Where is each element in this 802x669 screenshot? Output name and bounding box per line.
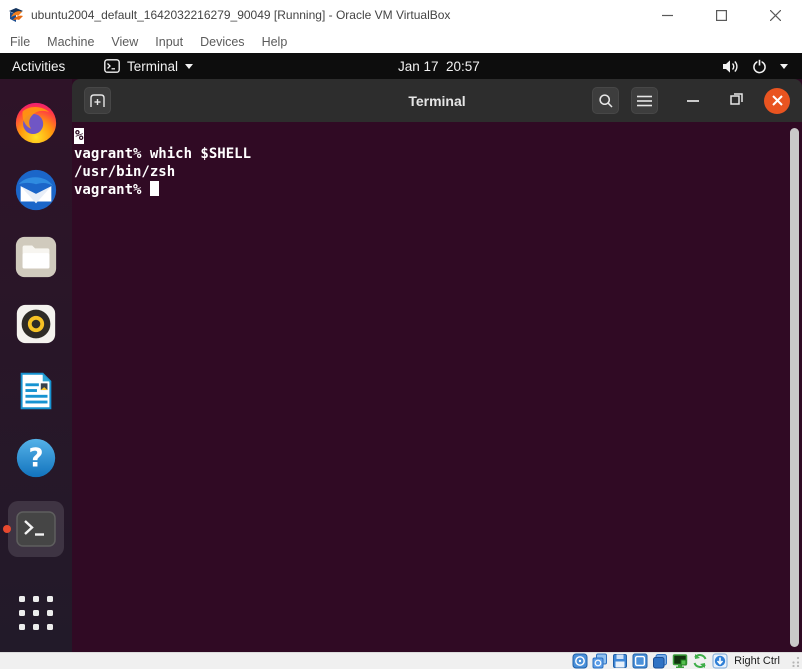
app-menu[interactable]: Terminal xyxy=(104,59,193,74)
minimize-icon[interactable] xyxy=(686,91,700,110)
rhythmbox-icon xyxy=(13,301,59,347)
close-icon[interactable] xyxy=(748,0,802,30)
shared-clipboard-icon[interactable] xyxy=(692,653,708,669)
terminal-header[interactable]: Terminal xyxy=(72,79,802,122)
clock[interactable]: Jan 17 20:57 xyxy=(398,59,480,74)
dock-item-rhythmbox[interactable] xyxy=(12,300,60,348)
terminal-window: Terminal xyxy=(72,79,802,652)
host-key-icon[interactable] xyxy=(712,653,728,669)
menu-help[interactable]: Help xyxy=(262,35,288,49)
network-icon[interactable] xyxy=(672,653,688,669)
vbox-statusbar: Right Ctrl xyxy=(0,652,802,669)
dock-item-terminal[interactable] xyxy=(8,501,64,557)
menu-devices[interactable]: Devices xyxy=(200,35,244,49)
terminal-icon xyxy=(104,59,120,73)
search-button[interactable] xyxy=(592,87,619,114)
host-key-label: Right Ctrl xyxy=(734,655,780,667)
running-indicator-dot xyxy=(3,525,11,533)
optical-drives-icon[interactable] xyxy=(592,653,608,669)
hamburger-menu-icon xyxy=(637,95,652,107)
terminal-line: /usr/bin/zsh xyxy=(74,163,802,181)
menu-machine[interactable]: Machine xyxy=(47,35,94,49)
terminal-scrollbar[interactable] xyxy=(790,128,799,647)
maximize-icon[interactable] xyxy=(694,0,748,30)
terminal-line: vagrant% which $SHELL xyxy=(74,145,802,163)
dock-item-files[interactable] xyxy=(12,233,60,281)
restore-icon[interactable] xyxy=(729,91,744,111)
files-icon xyxy=(13,234,59,280)
close-icon[interactable] xyxy=(764,88,790,114)
host-titlebar: ubuntu2004_default_1642032216279_90049 [… xyxy=(0,0,802,30)
app-grid-icon[interactable] xyxy=(19,596,53,630)
menu-input[interactable]: Input xyxy=(155,35,183,49)
menu-file[interactable]: File xyxy=(10,35,30,49)
dock-item-help[interactable]: ? xyxy=(12,434,60,482)
minimize-icon[interactable] xyxy=(640,0,694,30)
libreoffice-writer-icon xyxy=(13,368,59,414)
terminal-icon xyxy=(15,510,57,548)
thunderbird-icon xyxy=(13,167,59,213)
activities-button[interactable]: Activities xyxy=(12,59,65,74)
partial-line-marker: % xyxy=(74,128,84,144)
menu-view[interactable]: View xyxy=(111,35,138,49)
new-tab-button[interactable] xyxy=(84,87,111,114)
volume-icon xyxy=(722,59,739,74)
chevron-down-icon xyxy=(780,64,788,69)
firefox-icon xyxy=(13,100,59,146)
chevron-down-icon xyxy=(185,64,193,69)
hard-disk-icon[interactable] xyxy=(572,653,588,669)
vm-display: Activities Terminal Jan 17 20:57 xyxy=(0,53,802,652)
dock-item-firefox[interactable] xyxy=(12,99,60,147)
svg-text:?: ? xyxy=(28,444,43,474)
display-icon[interactable] xyxy=(632,653,648,669)
usb-icon[interactable] xyxy=(652,653,668,669)
help-icon: ? xyxy=(13,435,59,481)
text-cursor xyxy=(150,181,159,196)
terminal-content[interactable]: % vagrant% which $SHELL /usr/bin/zsh vag… xyxy=(72,122,802,652)
dock-item-libreoffice-writer[interactable] xyxy=(12,367,60,415)
host-menubar: File Machine View Input Devices Help xyxy=(0,30,802,53)
prompt-text: vagrant% xyxy=(74,182,150,198)
menu-button[interactable] xyxy=(631,87,658,114)
window-controls xyxy=(640,0,802,30)
app-menu-label: Terminal xyxy=(127,59,178,74)
dock: ? xyxy=(0,79,72,652)
window-title: ubuntu2004_default_1642032216279_90049 [… xyxy=(31,0,450,30)
new-tab-icon xyxy=(89,93,106,109)
system-status-area[interactable] xyxy=(722,53,802,79)
floppy-icon[interactable] xyxy=(612,653,628,669)
power-icon xyxy=(752,59,767,74)
gnome-topbar: Activities Terminal Jan 17 20:57 xyxy=(0,53,802,79)
dock-item-thunderbird[interactable] xyxy=(12,166,60,214)
search-icon xyxy=(598,93,614,109)
terminal-line: % xyxy=(74,127,802,145)
terminal-line: vagrant% xyxy=(74,181,802,199)
virtualbox-logo-icon xyxy=(8,7,24,23)
resize-grip[interactable] xyxy=(790,655,800,667)
